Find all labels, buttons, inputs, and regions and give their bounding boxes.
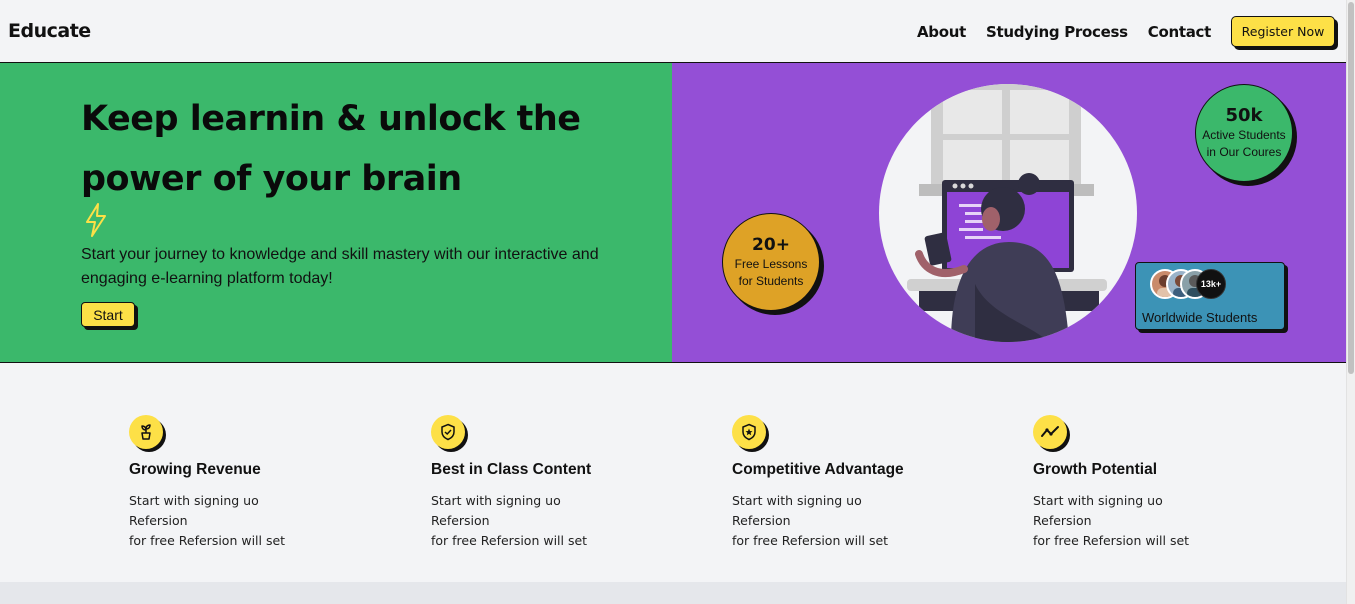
nav-contact-link[interactable]: Contact: [1148, 23, 1212, 41]
feature-description: Start with signing uo Refersion for free…: [1033, 491, 1223, 551]
lessons-count: 20+: [752, 235, 790, 255]
feature-description-line2: for free Refersion will set: [732, 533, 889, 548]
feature-card-best-in-class-content: Best in Class Content Start with signing…: [431, 415, 651, 551]
scrollbar-thumb[interactable]: [1348, 2, 1354, 374]
hero-section: Keep learnin & unlock the power of your …: [0, 62, 1346, 363]
start-button[interactable]: Start: [81, 302, 135, 327]
more-students-count: 13k+: [1196, 269, 1226, 299]
feature-description-line1: Start with signing uo Refersion: [732, 493, 862, 528]
feature-description: Start with signing uo Refersion for free…: [732, 491, 922, 551]
student-at-computer-illustration: [907, 84, 1107, 342]
feature-title: Growth Potential: [1033, 461, 1157, 478]
feature-description-line2: for free Refersion will set: [431, 533, 588, 548]
feature-description: Start with signing uo Refersion for free…: [129, 491, 319, 551]
active-students-label-line2: in Our Coures: [1206, 145, 1282, 159]
trend-line-icon: [1033, 415, 1067, 449]
feature-card-competitive-advantage: Competitive Advantage Start with signing…: [732, 415, 952, 551]
lessons-label-line2: for Students: [738, 274, 804, 288]
logo[interactable]: Educate: [8, 20, 91, 42]
feature-description-line2: for free Refersion will set: [1033, 533, 1190, 548]
active-students-label-line1: Active Students: [1202, 128, 1286, 142]
shield-check-icon: [431, 415, 465, 449]
feature-description-line1: Start with signing uo Refersion: [1033, 493, 1163, 528]
nav-studying-process-link[interactable]: Studying Process: [986, 23, 1128, 41]
feature-card-growth-potential: Growth Potential Start with signing uo R…: [1033, 415, 1253, 551]
worldwide-students-card: 13k+ Worldwide Students: [1135, 262, 1285, 330]
shield-star-icon: [732, 415, 766, 449]
features-section: Growing Revenue Start with signing uo Re…: [0, 363, 1346, 582]
active-students-count: 50k: [1225, 105, 1263, 126]
feature-title: Growing Revenue: [129, 461, 261, 478]
register-now-button[interactable]: Register Now: [1231, 16, 1335, 47]
feature-title: Best in Class Content: [431, 461, 592, 478]
worldwide-students-label: Worldwide Students: [1142, 310, 1258, 325]
hero-subtitle: Start your journey to knowledge and skil…: [81, 246, 599, 287]
feature-card-growing-revenue: Growing Revenue Start with signing uo Re…: [129, 415, 349, 551]
active-students-badge: 50k Active Students in Our Coures: [1195, 84, 1293, 182]
feature-description-line1: Start with signing uo Refersion: [129, 493, 259, 528]
site-header: Educate About Studying Process Contact R…: [0, 0, 1346, 62]
hero-left-panel: Keep learnin & unlock the power of your …: [0, 63, 672, 362]
free-lessons-badge: 20+ Free Lessons for Students: [722, 213, 820, 311]
lessons-label-line1: Free Lessons: [734, 257, 808, 271]
page-scrollbar[interactable]: [1346, 0, 1355, 604]
plant-icon: [129, 415, 163, 449]
nav-about-link[interactable]: About: [917, 23, 966, 41]
student-illustration: [879, 84, 1137, 342]
avatar-group: 13k+: [1150, 269, 1240, 301]
main-nav: About Studying Process Contact: [917, 23, 1211, 41]
next-section-edge: [0, 582, 1346, 604]
feature-description-line2: for free Refersion will set: [129, 533, 286, 548]
feature-description-line1: Start with signing uo Refersion: [431, 493, 561, 528]
hero-right-panel: 20+ Free Lessons for Students 50k Active…: [672, 63, 1346, 362]
lightning-bolt-icon: [86, 203, 106, 237]
feature-title: Competitive Advantage: [732, 461, 904, 478]
feature-description: Start with signing uo Refersion for free…: [431, 491, 621, 551]
hero-title: Keep learnin & unlock the power of your …: [81, 99, 581, 199]
